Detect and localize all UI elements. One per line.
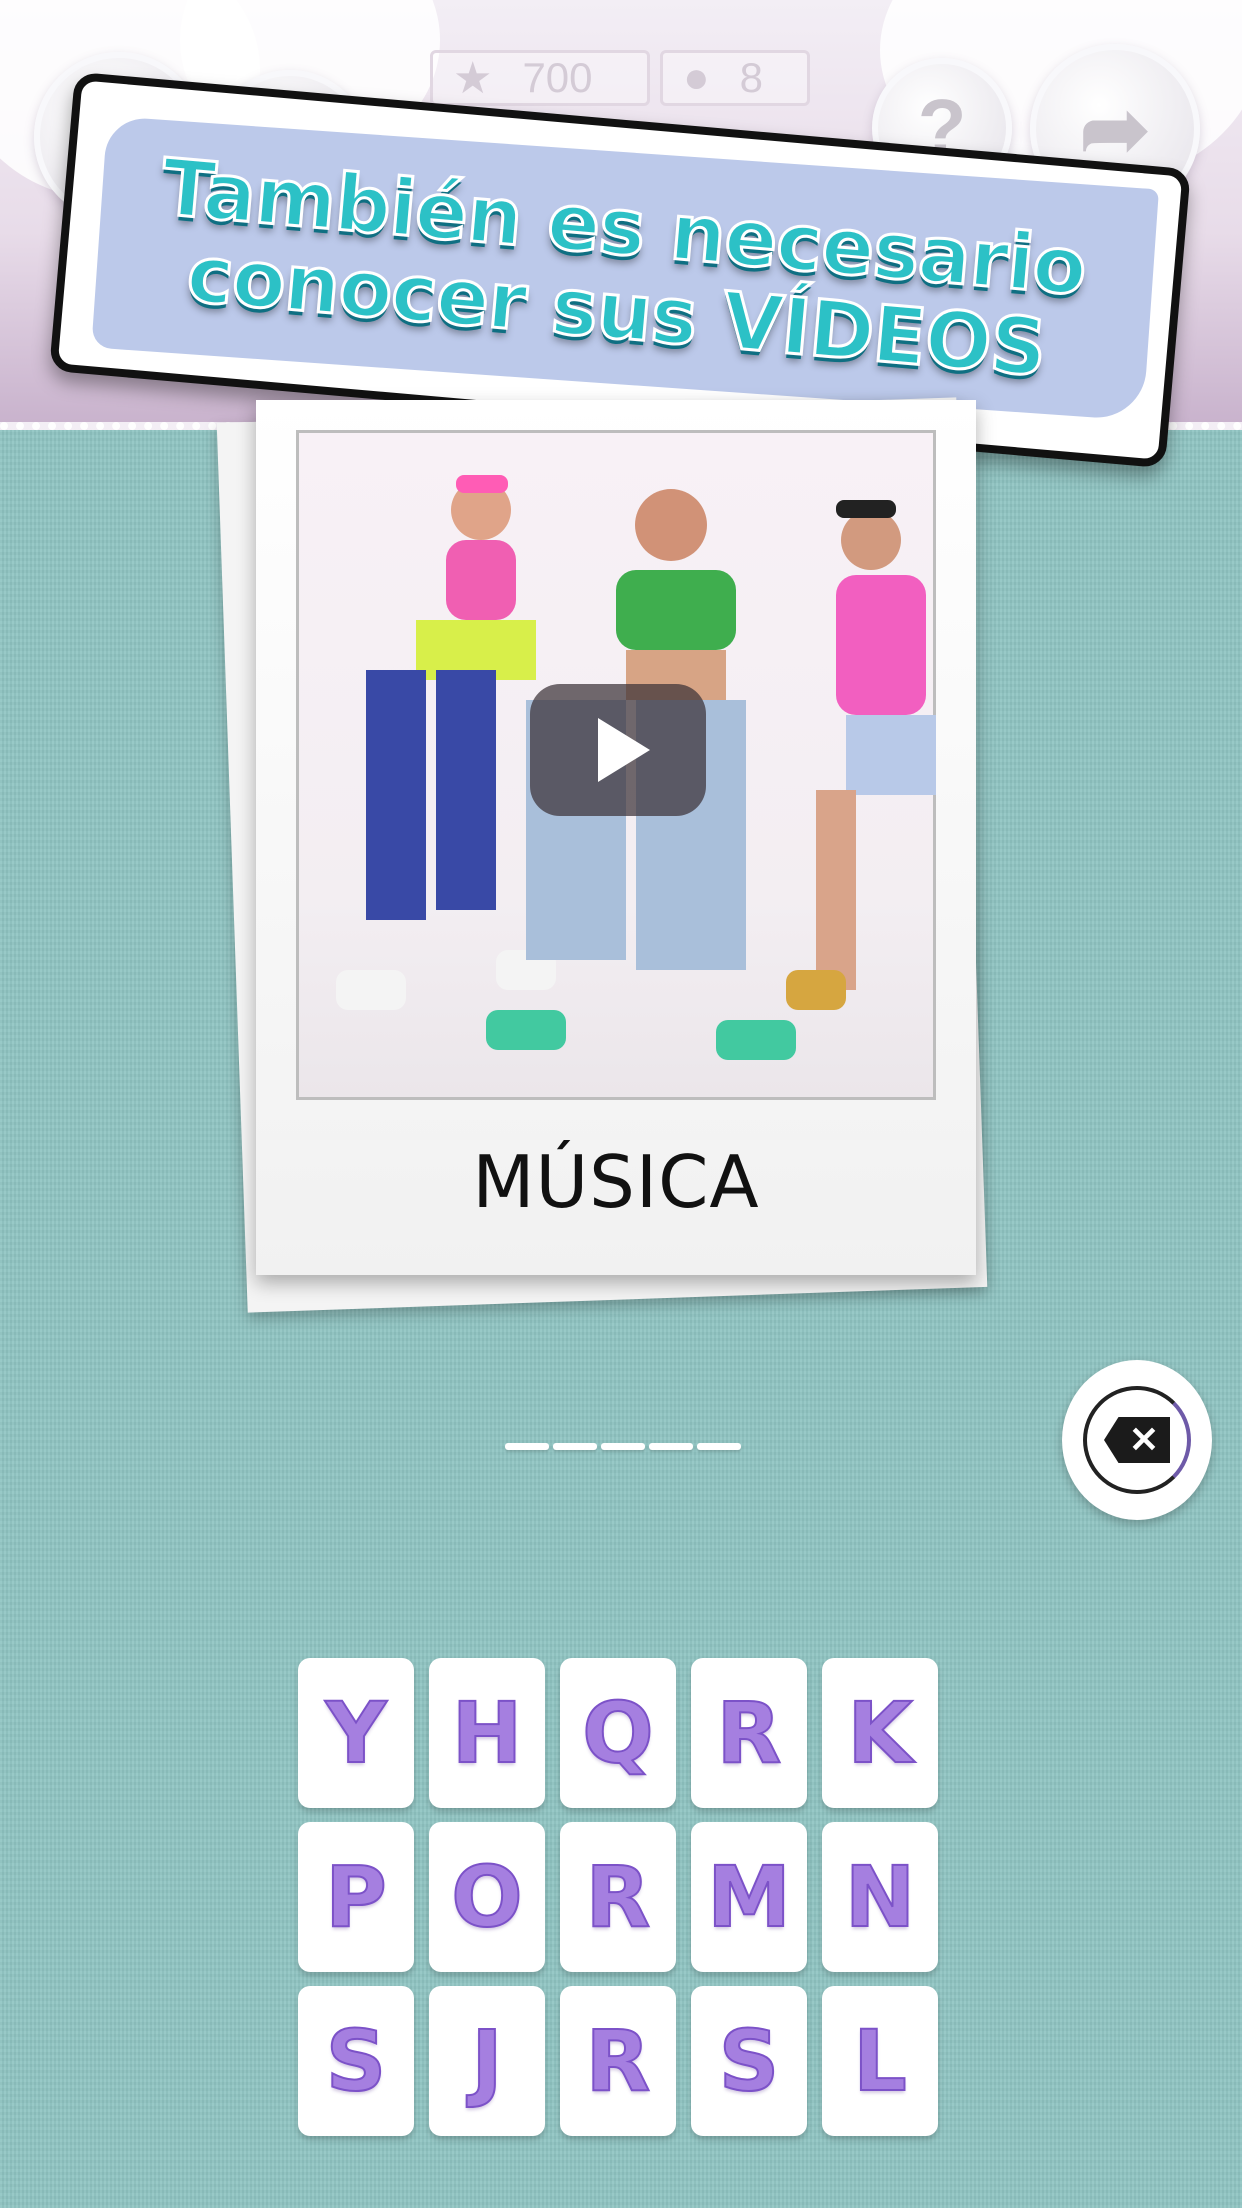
letter-tile[interactable]: N bbox=[822, 1822, 938, 1972]
letter-tile[interactable]: M bbox=[691, 1822, 807, 1972]
star-icon: ★ bbox=[453, 53, 493, 103]
level-value: 8 bbox=[739, 54, 763, 101]
letter-tile[interactable]: K bbox=[822, 1658, 938, 1808]
category-label: MÚSICA bbox=[472, 1140, 760, 1224]
letter-tile[interactable]: Q bbox=[560, 1658, 676, 1808]
score-box: ★ 700 bbox=[430, 50, 650, 106]
score-value: 700 bbox=[522, 54, 593, 101]
letter-tile[interactable]: O bbox=[429, 1822, 545, 1972]
play-button[interactable] bbox=[530, 684, 706, 816]
play-icon bbox=[598, 718, 650, 782]
letter-grid: Y H Q R K P O R M N S J R S L bbox=[298, 1658, 938, 2136]
letter-tile[interactable]: L bbox=[822, 1986, 938, 2136]
answer-slot[interactable] bbox=[697, 1443, 741, 1450]
clue-card: MÚSICA bbox=[256, 400, 976, 1275]
letter-tile[interactable]: P bbox=[298, 1822, 414, 1972]
backspace-icon: ✕ bbox=[1104, 1417, 1170, 1463]
delete-ring: ✕ bbox=[1083, 1386, 1191, 1494]
letter-tile[interactable]: S bbox=[298, 1986, 414, 2136]
letter-tile[interactable]: J bbox=[429, 1986, 545, 2136]
location-pin-icon: ● bbox=[683, 53, 710, 102]
delete-letter-button[interactable]: ✕ bbox=[1062, 1360, 1212, 1520]
answer-slots[interactable] bbox=[505, 1443, 741, 1450]
letter-tile[interactable]: R bbox=[560, 1822, 676, 1972]
level-box: ● 8 bbox=[660, 50, 810, 106]
video-thumbnail[interactable] bbox=[296, 430, 936, 1100]
letter-tile[interactable]: R bbox=[560, 1986, 676, 2136]
letter-tile[interactable]: Y bbox=[298, 1658, 414, 1808]
letter-tile[interactable]: H bbox=[429, 1658, 545, 1808]
letter-tile[interactable]: R bbox=[691, 1658, 807, 1808]
answer-slot[interactable] bbox=[553, 1443, 597, 1450]
answer-slot[interactable] bbox=[505, 1443, 549, 1450]
answer-slot[interactable] bbox=[649, 1443, 693, 1450]
letter-tile[interactable]: S bbox=[691, 1986, 807, 2136]
answer-slot[interactable] bbox=[601, 1443, 645, 1450]
